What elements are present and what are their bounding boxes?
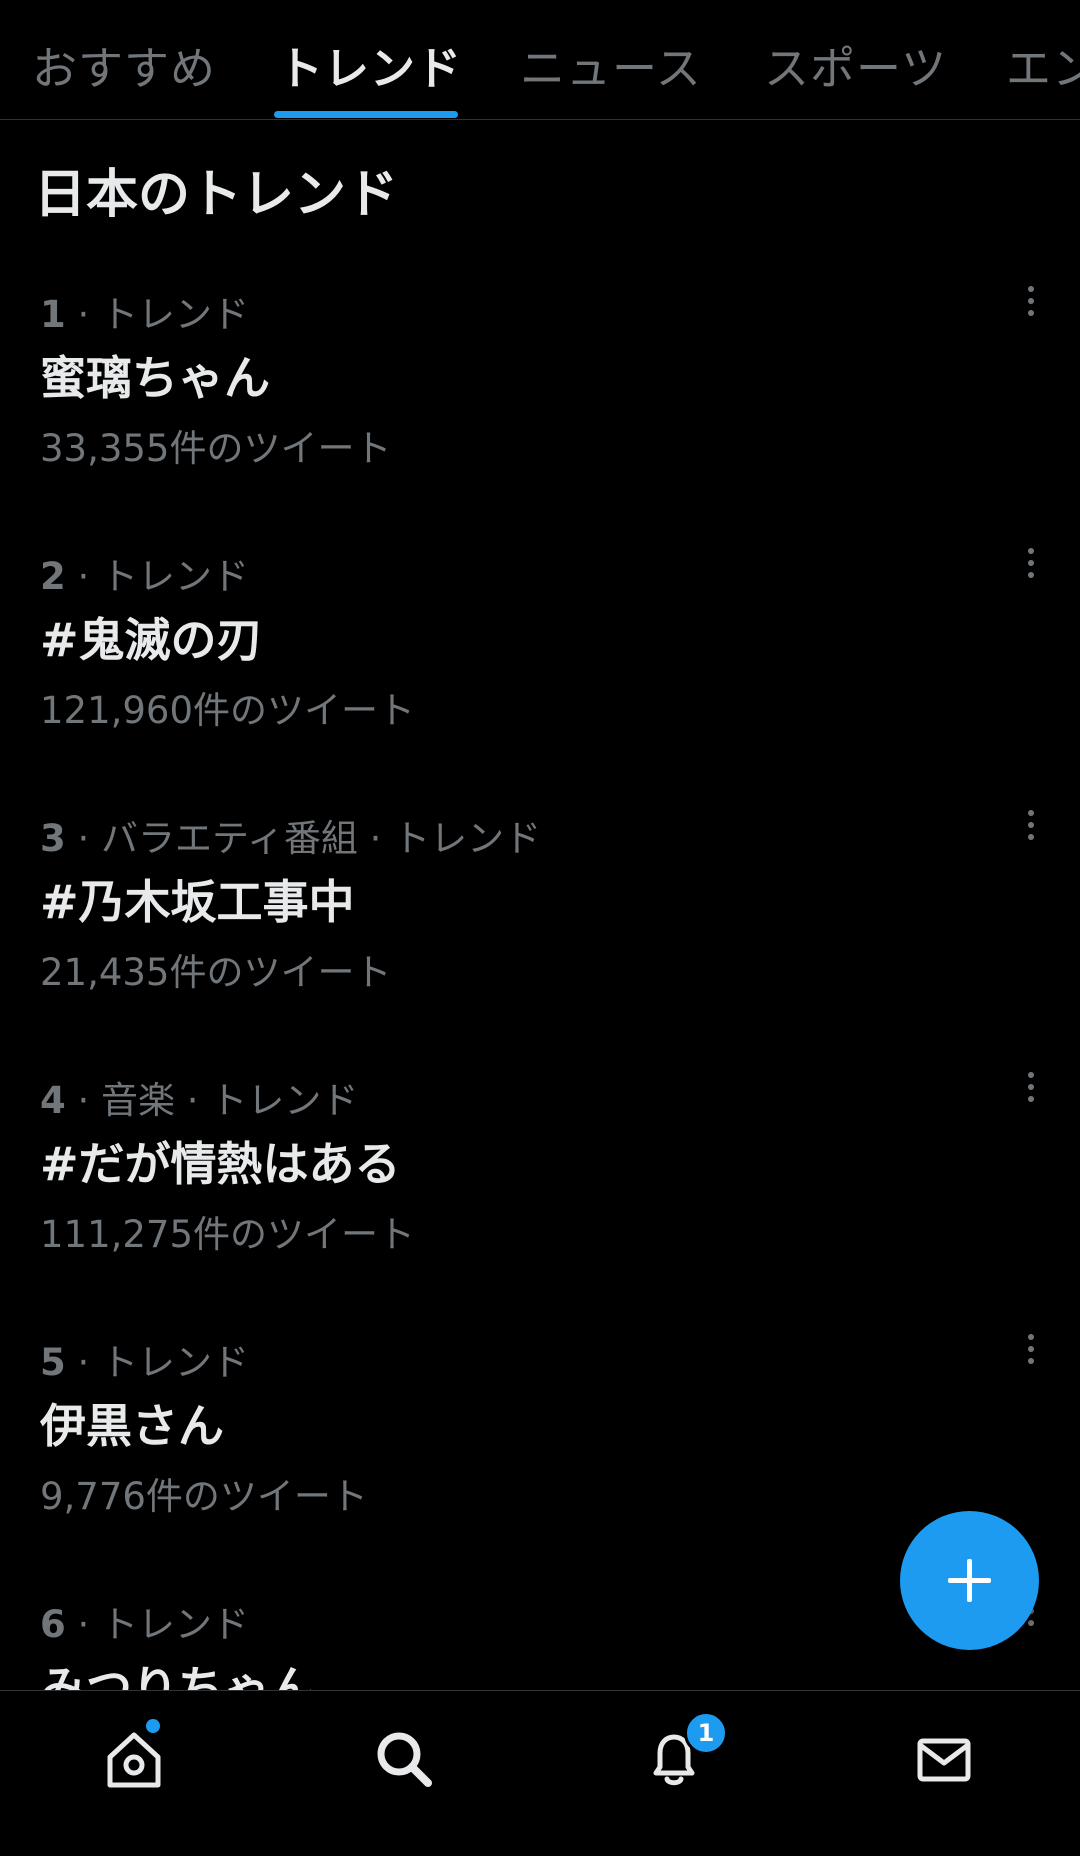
trend-name: 蜜璃ちゃん [40,351,270,405]
compose-tweet-button[interactable] [900,1511,1039,1650]
trend-category: · トレンド [65,1341,250,1384]
trend-name: #乃木坂工事中 [40,875,355,929]
trend-rank: 2 [40,555,66,598]
trend-name: #鬼滅の刃 [40,613,263,667]
active-tab-indicator [274,111,458,118]
trend-tweet-count: 33,355件のツイート [40,427,392,470]
home-icon [107,1732,161,1788]
nav-messages[interactable] [912,1727,976,1791]
top-tab-bar: おすすめ トレンド ニュース スポーツ エン [0,0,1080,120]
more-options-icon[interactable] [1018,808,1042,848]
trend-item[interactable]: 4 · 音楽 · トレンド #だが情熱はある 111,275件のツイート [0,1070,1080,1332]
trend-meta: 5 · トレンド [40,1332,249,1386]
trend-meta: 1 · トレンド [40,284,249,338]
more-options-icon[interactable] [1018,284,1042,324]
trend-meta: 6 · トレンド [40,1594,249,1648]
trend-rank: 5 [40,1341,66,1384]
trend-category: · トレンド [65,293,250,336]
notification-badge: 1 [684,1711,728,1755]
trend-name: #だが情熱はある [40,1137,401,1191]
tab-sports[interactable]: スポーツ [764,32,947,97]
tab-entertainment[interactable]: エン [1006,32,1080,97]
nav-notifications[interactable]: 1 [642,1711,728,1791]
more-options-icon[interactable] [1018,1332,1042,1372]
trend-rank: 6 [40,1603,66,1646]
more-options-icon[interactable] [1018,546,1042,586]
trend-category: · トレンド [65,1603,250,1646]
trend-tweet-count: 9,776件のツイート [40,1475,368,1518]
tab-news[interactable]: ニュース [520,32,702,97]
trend-tweet-count: 111,275件のツイート [40,1213,416,1256]
bottom-navigation: 1 [0,1690,1080,1837]
trend-rank: 1 [40,293,66,336]
trend-category: · バラエティ番組 · トレンド [65,817,542,860]
nav-search[interactable] [372,1727,436,1791]
trend-item[interactable]: 2 · トレンド #鬼滅の刃 121,960件のツイート [0,546,1080,808]
trend-category: · 音楽 · トレンド [65,1079,359,1122]
trend-tweet-count: 121,960件のツイート [40,689,416,732]
trend-rank: 3 [40,817,66,860]
nav-home[interactable] [102,1719,166,1791]
trend-name: 伊黒さん [40,1399,224,1453]
trend-item[interactable]: 1 · トレンド 蜜璃ちゃん 33,355件のツイート [0,284,1080,546]
trend-item[interactable]: 3 · バラエティ番組 · トレンド #乃木坂工事中 21,435件のツイート [0,808,1080,1070]
tab-trends[interactable]: トレンド [278,32,462,97]
trend-meta: 3 · バラエティ番組 · トレンド [40,808,541,862]
mail-icon [917,1738,971,1782]
trend-category: · トレンド [65,555,250,598]
section-title: 日本のトレンド [34,165,399,225]
trend-meta: 2 · トレンド [40,546,249,600]
trend-rank: 4 [40,1079,66,1122]
tab-recommended[interactable]: おすすめ [32,32,216,97]
more-options-icon[interactable] [1018,1070,1042,1110]
search-icon [377,1732,432,1787]
notification-dot [146,1719,160,1733]
trend-meta: 4 · 音楽 · トレンド [40,1070,358,1124]
trend-tweet-count: 21,435件のツイート [40,951,392,994]
